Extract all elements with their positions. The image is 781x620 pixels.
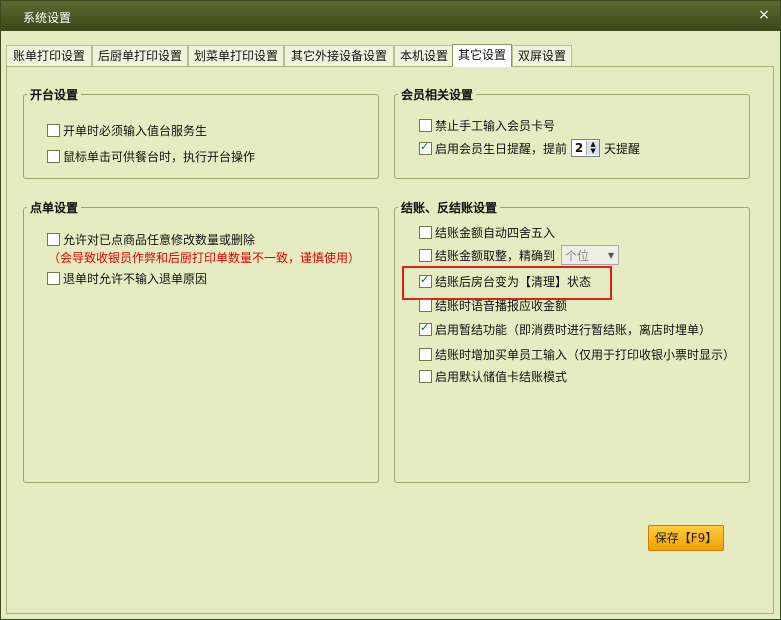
order-title: 点单设置	[27, 199, 82, 216]
option-label: 允许对已点商品任意修改数量或删除	[63, 232, 256, 247]
settings-window: 系统设置 × 账单打印设置 后厨单打印设置 划菜单打印设置 其它外接设备设置 本…	[0, 0, 781, 620]
option-label: 启用暂结功能（即消费时进行暂结账，离店时埋单）	[435, 322, 712, 337]
order-option-return[interactable]: 退单时允许不输入退单原因	[47, 270, 207, 286]
title-bar[interactable]: 系统设置 ×	[1, 1, 780, 31]
tab-other-settings[interactable]: 其它设置	[452, 44, 512, 67]
save-button[interactable]: 保存【F9】	[648, 525, 724, 551]
checkbox[interactable]	[419, 369, 432, 383]
option-label: 鼠标单击可供餐台时，执行开台操作	[63, 149, 256, 164]
tab-external-devices[interactable]: 其它外接设备设置	[284, 45, 394, 66]
precision-select[interactable]: 个位 ▼	[561, 245, 620, 265]
tab-kitchen-print[interactable]: 后厨单打印设置	[92, 45, 188, 66]
tab-dish-print[interactable]: 划菜单打印设置	[188, 45, 284, 66]
option-label: 结账时增加买单员工输入（仅用于打印收银小票时显示）	[435, 347, 736, 362]
checkbox[interactable]	[47, 123, 60, 137]
checkout-option-precision[interactable]: 结账金额取整，精确到 个位 ▼	[419, 245, 620, 265]
days-value[interactable]: 2	[572, 141, 586, 155]
checkbox[interactable]	[47, 232, 60, 246]
days-suffix: 天提醒	[604, 141, 641, 156]
checkbox[interactable]	[419, 347, 432, 361]
option-label: 启用会员生日提醒，提前	[435, 141, 568, 156]
member-option-manual[interactable]: 禁止手工输入会员卡号	[419, 117, 555, 133]
open-table-option-waiter[interactable]: 开单时必须输入值台服务生	[47, 122, 207, 138]
option-label: 启用默认储值卡结账模式	[435, 369, 568, 384]
member-group	[394, 94, 750, 179]
close-icon[interactable]: ×	[756, 7, 772, 23]
days-stepper[interactable]: 2 ▲ ▼	[571, 139, 601, 157]
option-label: 退单时允许不输入退单原因	[63, 271, 208, 286]
checkbox[interactable]	[419, 321, 432, 336]
checkout-option-card[interactable]: 启用默认储值卡结账模式	[419, 368, 567, 384]
member-option-birthday[interactable]: 启用会员生日提醒，提前 2 ▲▼ 天提醒	[419, 139, 641, 157]
checkbox[interactable]	[419, 248, 432, 262]
checkbox[interactable]	[47, 149, 60, 163]
checkbox[interactable]	[419, 298, 432, 312]
member-title: 会员相关设置	[398, 86, 477, 103]
option-label: 结账金额自动四舍五入	[435, 225, 556, 240]
checkbox[interactable]	[419, 118, 432, 132]
chevron-down-icon[interactable]: ▼	[604, 251, 618, 260]
precision-select-value: 个位	[565, 248, 590, 263]
highlight-box	[402, 266, 612, 300]
order-option-modify[interactable]: 允许对已点商品任意修改数量或删除	[47, 231, 255, 247]
checkout-option-suspend[interactable]: 启用暂结功能（即消费时进行暂结账，离店时埋单）	[419, 321, 711, 337]
window-title: 系统设置	[23, 11, 72, 25]
open-table-title: 开台设置	[27, 86, 82, 103]
checkout-option-round[interactable]: 结账金额自动四舍五入	[419, 224, 555, 240]
tab-local-settings[interactable]: 本机设置	[394, 45, 454, 66]
stepper-arrows-icon[interactable]: ▲ ▼	[586, 141, 600, 155]
option-label: 结账金额取整，精确到	[435, 248, 556, 263]
checkbox[interactable]	[47, 271, 60, 285]
open-table-option-click[interactable]: 鼠标单击可供餐台时，执行开台操作	[47, 148, 255, 164]
option-label: 禁止手工输入会员卡号	[435, 118, 556, 133]
checkbox[interactable]	[419, 140, 432, 155]
warning-text: （会导致收银员作弊和后厨打印单数量不一致，谨慎使用）	[48, 251, 361, 265]
tab-dual-screen[interactable]: 双屏设置	[512, 45, 572, 66]
checkout-option-staff[interactable]: 结账时增加买单员工输入（仅用于打印收银小票时显示）	[419, 346, 735, 362]
option-label: 开单时必须输入值台服务生	[63, 123, 208, 138]
checkbox[interactable]	[419, 225, 432, 239]
checkout-title: 结账、反结账设置	[398, 199, 501, 216]
tab-bill-print[interactable]: 账单打印设置	[6, 45, 92, 66]
checkout-option-voice[interactable]: 结账时语音播报应收金额	[419, 297, 567, 313]
option-label: 结账时语音播报应收金额	[435, 298, 568, 313]
